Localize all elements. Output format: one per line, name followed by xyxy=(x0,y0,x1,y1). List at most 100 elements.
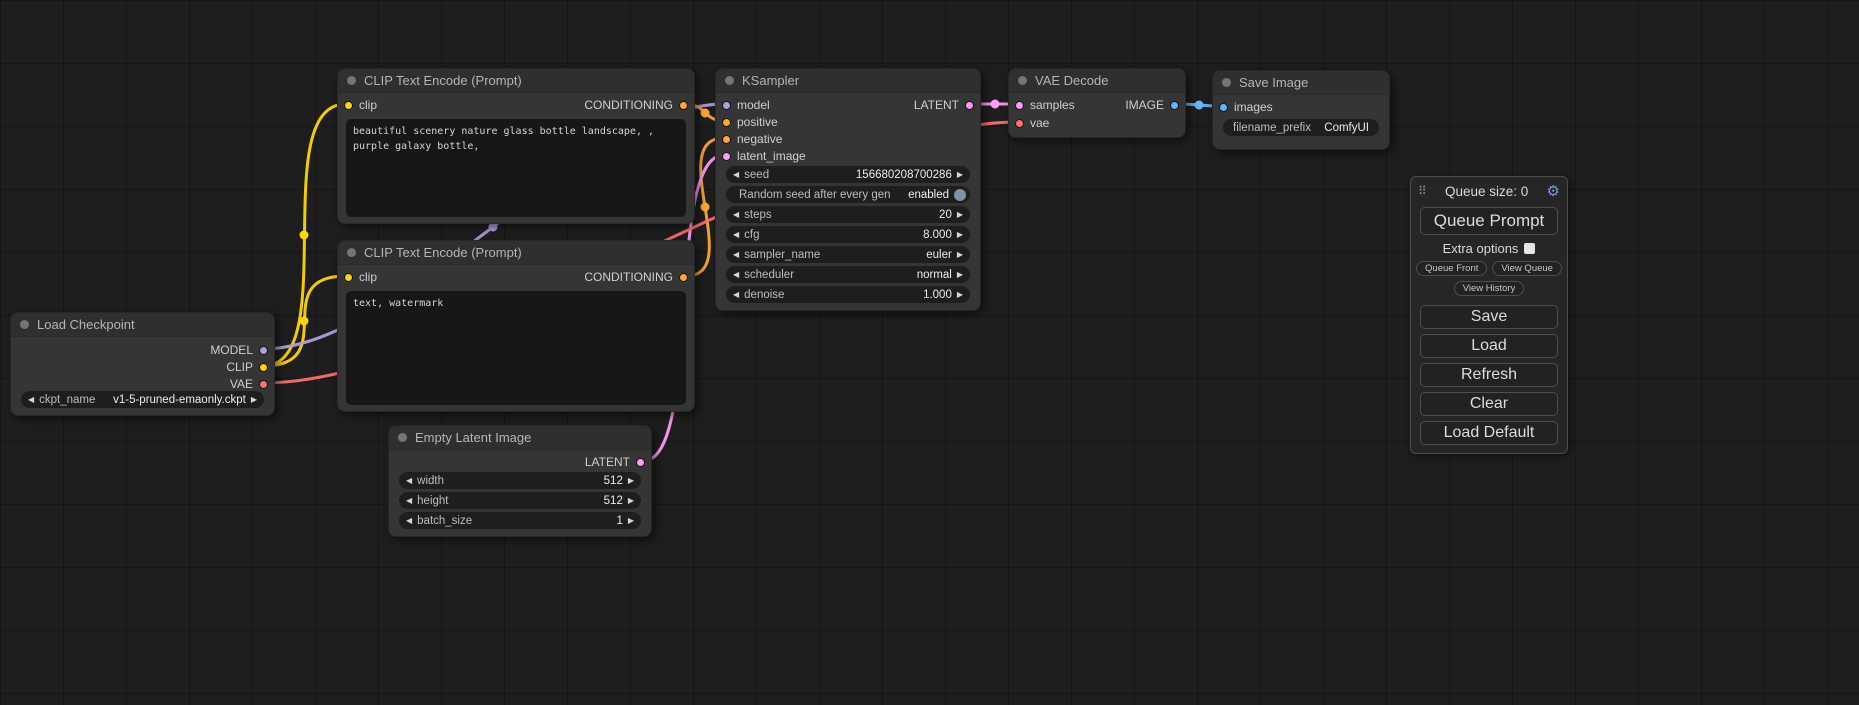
node-clip-text-encode-positive[interactable]: CLIP Text Encode (Prompt) clip CONDITION… xyxy=(337,68,695,224)
node-titlebar[interactable]: KSampler xyxy=(716,69,980,93)
queue-front-button[interactable]: Queue Front xyxy=(1416,261,1487,276)
conditioning-port-icon[interactable] xyxy=(679,101,688,110)
increment-arrow-icon[interactable]: ▶ xyxy=(957,266,963,283)
latent-port-icon[interactable] xyxy=(965,101,974,110)
view-history-button[interactable]: View History xyxy=(1454,281,1525,296)
decrement-arrow-icon[interactable]: ◀ xyxy=(733,286,739,303)
load-button[interactable]: Load xyxy=(1420,334,1558,358)
link-midpoint-dot xyxy=(701,203,709,211)
decrement-arrow-icon[interactable]: ◀ xyxy=(733,266,739,283)
decrement-arrow-icon[interactable]: ◀ xyxy=(406,512,412,529)
collapse-dot-icon[interactable] xyxy=(20,320,29,329)
image-port-icon[interactable] xyxy=(1219,103,1228,112)
extra-options-checkbox[interactable] xyxy=(1524,243,1535,254)
settings-gear-icon[interactable]: ⚙ xyxy=(1547,182,1560,200)
increment-arrow-icon[interactable]: ▶ xyxy=(957,246,963,263)
collapse-dot-icon[interactable] xyxy=(725,76,734,85)
clip-port-icon[interactable] xyxy=(344,273,353,282)
widget-width[interactable]: ◀ width 512 ▶ xyxy=(399,472,641,489)
widget-cfg[interactable]: ◀ cfg 8.000 ▶ xyxy=(726,226,970,243)
model-port-icon[interactable] xyxy=(722,101,731,110)
queue-prompt-button[interactable]: Queue Prompt xyxy=(1420,207,1558,235)
node-titlebar[interactable]: Empty Latent Image xyxy=(389,426,651,450)
link-clip-to-negative-prompt[interactable] xyxy=(263,276,346,366)
node-ksampler[interactable]: KSampler model LATENT positive negative … xyxy=(715,68,981,311)
decrement-arrow-icon[interactable]: ◀ xyxy=(28,391,34,408)
clip-port-icon[interactable] xyxy=(259,363,268,372)
collapse-dot-icon[interactable] xyxy=(1222,78,1231,87)
collapse-dot-icon[interactable] xyxy=(347,248,356,257)
latent-port-icon[interactable] xyxy=(1015,101,1024,110)
increment-arrow-icon[interactable]: ▶ xyxy=(957,286,963,303)
increment-arrow-icon[interactable]: ▶ xyxy=(251,391,257,408)
increment-arrow-icon[interactable]: ▶ xyxy=(628,492,634,509)
link-midpoint-dot xyxy=(300,317,308,325)
latent-port-icon[interactable] xyxy=(722,152,731,161)
decrement-arrow-icon[interactable]: ◀ xyxy=(406,472,412,489)
graph-canvas[interactable]: Load Checkpoint MODEL CLIP VAE ◀ ckpt_na… xyxy=(0,0,1859,705)
input-clip: clip xyxy=(344,97,377,113)
save-button[interactable]: Save xyxy=(1420,305,1558,329)
node-vae-decode[interactable]: VAE Decode samples IMAGE vae xyxy=(1008,68,1186,138)
node-titlebar[interactable]: Load Checkpoint xyxy=(11,313,274,337)
menu-header: ⠿ Queue size: 0 ⚙ xyxy=(1411,177,1567,202)
conditioning-port-icon[interactable] xyxy=(679,273,688,282)
widget-batch-size[interactable]: ◀ batch_size 1 ▶ xyxy=(399,512,641,529)
node-titlebar[interactable]: Save Image xyxy=(1213,71,1389,95)
increment-arrow-icon[interactable]: ▶ xyxy=(957,166,963,183)
increment-arrow-icon[interactable]: ▶ xyxy=(957,206,963,223)
widget-label: cfg xyxy=(744,229,759,241)
node-load-checkpoint[interactable]: Load Checkpoint MODEL CLIP VAE ◀ ckpt_na… xyxy=(10,312,275,416)
model-port-icon[interactable] xyxy=(259,346,268,355)
widget-random-seed-toggle[interactable]: Random seed after every gen enabled xyxy=(726,186,970,203)
positive-prompt-textarea[interactable]: beautiful scenery nature glass bottle la… xyxy=(346,119,686,217)
negative-prompt-textarea[interactable]: text, watermark xyxy=(346,291,686,405)
widget-sampler-name[interactable]: ◀ sampler_name euler ▶ xyxy=(726,246,970,263)
link-clip-to-positive-prompt[interactable] xyxy=(263,104,346,366)
node-save-image[interactable]: Save Image images filename_prefix ComfyU… xyxy=(1212,70,1390,150)
node-titlebar[interactable]: CLIP Text Encode (Prompt) xyxy=(338,241,694,265)
history-row: View History xyxy=(1411,281,1567,296)
input-vae: vae xyxy=(1015,115,1049,131)
widget-ckpt-name[interactable]: ◀ ckpt_name v1-5-pruned-emaonly.ckpt ▶ xyxy=(21,391,264,408)
widget-seed[interactable]: ◀ seed 156680208700286 ▶ xyxy=(726,166,970,183)
node-clip-text-encode-negative[interactable]: CLIP Text Encode (Prompt) clip CONDITION… xyxy=(337,240,695,412)
view-queue-button[interactable]: View Queue xyxy=(1492,261,1562,276)
widget-scheduler[interactable]: ◀ scheduler normal ▶ xyxy=(726,266,970,283)
clip-port-icon[interactable] xyxy=(344,101,353,110)
decrement-arrow-icon[interactable]: ◀ xyxy=(406,492,412,509)
vae-port-icon[interactable] xyxy=(1015,119,1024,128)
widget-label: width xyxy=(417,475,444,487)
decrement-arrow-icon[interactable]: ◀ xyxy=(733,206,739,223)
vae-port-icon[interactable] xyxy=(259,380,268,389)
comfy-menu-panel[interactable]: ⠿ Queue size: 0 ⚙ Queue Prompt Extra opt… xyxy=(1410,176,1568,454)
drag-handle-icon[interactable]: ⠿ xyxy=(1418,184,1427,198)
node-titlebar[interactable]: CLIP Text Encode (Prompt) xyxy=(338,69,694,93)
decrement-arrow-icon[interactable]: ◀ xyxy=(733,226,739,243)
conditioning-port-icon[interactable] xyxy=(722,118,731,127)
widget-label: denoise xyxy=(744,289,784,301)
clear-button[interactable]: Clear xyxy=(1420,392,1558,416)
toggle-knob-icon[interactable] xyxy=(954,189,966,201)
collapse-dot-icon[interactable] xyxy=(1018,76,1027,85)
conditioning-port-icon[interactable] xyxy=(722,135,731,144)
widget-steps[interactable]: ◀ steps 20 ▶ xyxy=(726,206,970,223)
output-clip-label: CLIP xyxy=(226,360,253,374)
collapse-dot-icon[interactable] xyxy=(347,76,356,85)
widget-value: 156680208700286 xyxy=(774,169,952,181)
increment-arrow-icon[interactable]: ▶ xyxy=(628,472,634,489)
increment-arrow-icon[interactable]: ▶ xyxy=(628,512,634,529)
widget-filename-prefix[interactable]: filename_prefix ComfyUI xyxy=(1223,119,1379,136)
widget-denoise[interactable]: ◀ denoise 1.000 ▶ xyxy=(726,286,970,303)
load-default-button[interactable]: Load Default xyxy=(1420,421,1558,445)
image-port-icon[interactable] xyxy=(1170,101,1179,110)
decrement-arrow-icon[interactable]: ◀ xyxy=(733,246,739,263)
widget-height[interactable]: ◀ height 512 ▶ xyxy=(399,492,641,509)
node-titlebar[interactable]: VAE Decode xyxy=(1009,69,1185,93)
decrement-arrow-icon[interactable]: ◀ xyxy=(733,166,739,183)
refresh-button[interactable]: Refresh xyxy=(1420,363,1558,387)
increment-arrow-icon[interactable]: ▶ xyxy=(957,226,963,243)
collapse-dot-icon[interactable] xyxy=(398,433,407,442)
latent-port-icon[interactable] xyxy=(636,458,645,467)
node-empty-latent-image[interactable]: Empty Latent Image LATENT ◀ width 512 ▶ … xyxy=(388,425,652,537)
